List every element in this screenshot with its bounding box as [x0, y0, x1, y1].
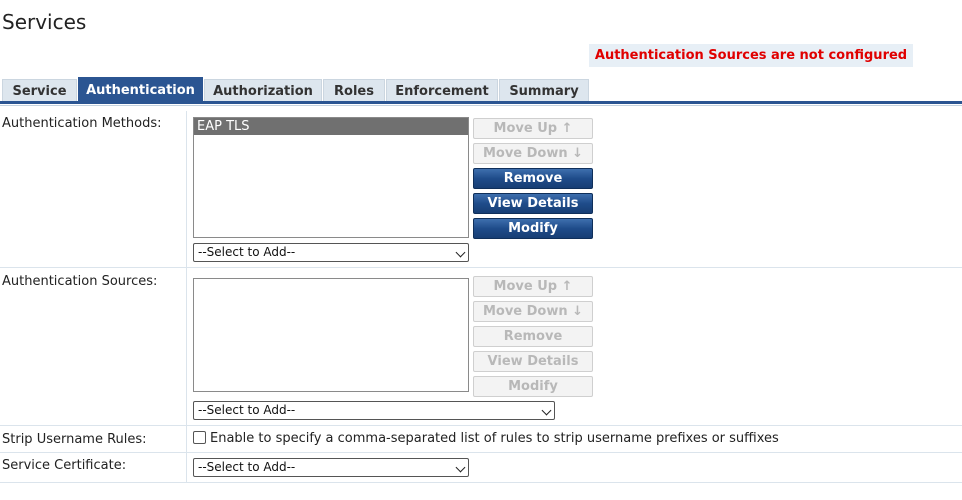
auth-sources-move-up-button[interactable]: Move Up ↑	[473, 276, 593, 297]
auth-methods-label: Authentication Methods:	[2, 116, 162, 131]
list-item[interactable]: EAP TLS	[194, 118, 468, 135]
select-value: --Select to Add--	[198, 460, 296, 474]
auth-sources-list[interactable]	[193, 278, 469, 392]
select-value: --Select to Add--	[198, 403, 296, 417]
chevron-down-icon	[541, 405, 552, 416]
page-title: Services	[2, 10, 87, 34]
tab-enforcement[interactable]: Enforcement	[386, 79, 498, 103]
auth-sources-move-down-button[interactable]: Move Down ↓	[473, 301, 593, 322]
auth-sources-label: Authentication Sources:	[2, 274, 158, 289]
auth-methods-move-down-button[interactable]: Move Down ↓	[473, 143, 593, 164]
tab-roles[interactable]: Roles	[323, 79, 385, 103]
row-divider	[0, 452, 962, 453]
select-value: --Select to Add--	[198, 245, 296, 259]
service-certificate-select[interactable]: --Select to Add--	[193, 458, 469, 477]
chevron-down-icon	[455, 247, 466, 258]
strip-username-label: Strip Username Rules:	[2, 432, 147, 447]
auth-methods-list[interactable]: EAP TLS	[193, 117, 469, 238]
tab-underline-light	[0, 105, 962, 106]
service-certificate-label: Service Certificate:	[2, 458, 127, 473]
auth-methods-select[interactable]: --Select to Add--	[193, 243, 469, 262]
column-divider	[186, 111, 187, 482]
chevron-down-icon	[455, 462, 466, 473]
auth-sources-select[interactable]: --Select to Add--	[193, 401, 555, 420]
tab-service[interactable]: Service	[2, 79, 77, 103]
tab-underline	[0, 101, 962, 104]
auth-sources-remove-button[interactable]: Remove	[473, 326, 593, 347]
strip-username-checkbox[interactable]	[193, 431, 206, 444]
tab-authorization[interactable]: Authorization	[204, 79, 322, 103]
auth-sources-view-details-button[interactable]: View Details	[473, 351, 593, 372]
row-divider	[0, 267, 962, 268]
auth-methods-view-details-button[interactable]: View Details	[473, 193, 593, 214]
strip-username-checkbox-label: Enable to specify a comma-separated list…	[210, 431, 779, 446]
row-divider	[0, 425, 962, 426]
auth-methods-move-up-button[interactable]: Move Up ↑	[473, 118, 593, 139]
warning-message: Authentication Sources are not configure…	[589, 44, 913, 67]
auth-sources-modify-button[interactable]: Modify	[473, 376, 593, 397]
row-divider	[0, 482, 962, 483]
tab-summary[interactable]: Summary	[499, 79, 589, 103]
tab-authentication[interactable]: Authentication	[78, 77, 203, 103]
auth-methods-remove-button[interactable]: Remove	[473, 168, 593, 189]
auth-methods-modify-button[interactable]: Modify	[473, 218, 593, 239]
